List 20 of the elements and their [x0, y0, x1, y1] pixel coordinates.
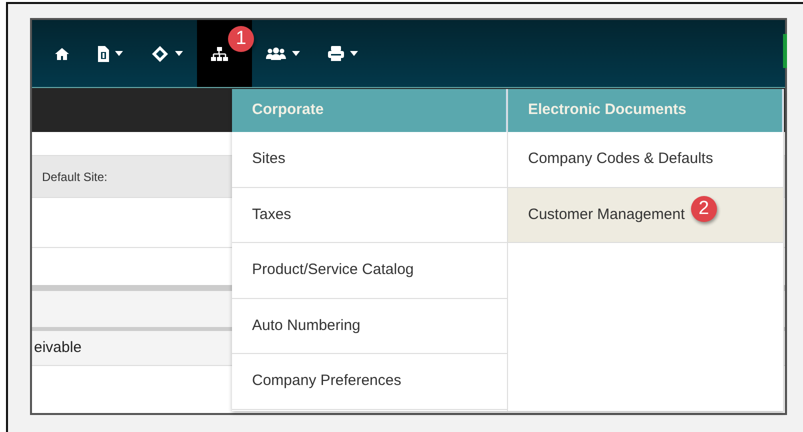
menu-item[interactable]: Product/Service Catalog — [232, 243, 507, 298]
sitemap-icon — [211, 46, 228, 60]
menu-item[interactable]: Auto Numbering — [232, 298, 507, 354]
nav-menu-button[interactable]: 1 — [197, 20, 252, 87]
row-label: eivable — [34, 338, 82, 358]
status-indicator — [783, 34, 787, 68]
menu-item[interactable]: Company Preferences — [232, 354, 507, 410]
field-label: Default Site: — [42, 168, 108, 186]
home-icon — [54, 46, 70, 60]
menu-item[interactable]: Customer Management 2 — [508, 188, 783, 243]
menu-heading: Electronic Documents — [508, 89, 783, 132]
menu-item[interactable]: Sites — [232, 132, 507, 188]
menu-heading: Corporate — [232, 89, 507, 132]
users-icon — [266, 47, 286, 60]
menu-item[interactable]: Taxes — [232, 188, 507, 243]
document-icon — [98, 46, 109, 62]
step-badge: 2 — [690, 196, 717, 222]
printer-icon — [328, 46, 344, 61]
ticket-icon — [151, 44, 169, 62]
step-badge: 1 — [228, 26, 254, 52]
